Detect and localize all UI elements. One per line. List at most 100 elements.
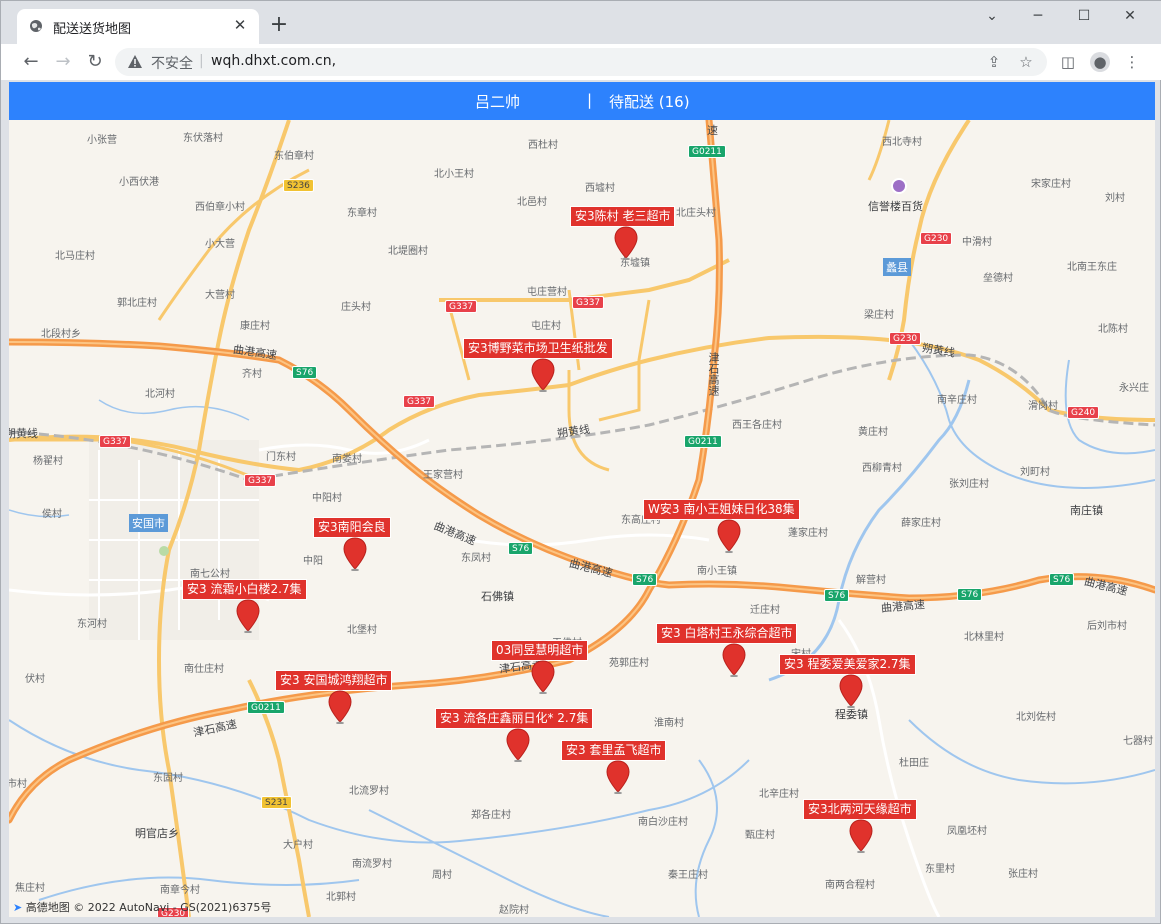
maximize-button[interactable]: ☐ (1061, 1, 1107, 31)
route-shield-g337: G337 (572, 296, 605, 309)
place-label: 康庄村 (240, 321, 270, 332)
place-label: 张庄村 (1008, 869, 1038, 880)
tab-close-icon[interactable]: ✕ (231, 16, 249, 34)
place-label: 杨翟村 (33, 456, 63, 467)
delivery-marker-label[interactable]: 安3博野菜市场卫生纸批发 (463, 338, 613, 359)
place-label: 侯村 (42, 509, 62, 520)
delivery-marker-label[interactable]: 安3南阳会良 (313, 517, 391, 538)
delivery-marker-label[interactable]: 安3 安国城鸿翔超市 (275, 670, 393, 691)
route-shield-s236: S236 (283, 179, 314, 192)
map-pin-icon[interactable] (505, 728, 531, 762)
place-label: 明官店乡 (135, 827, 179, 840)
star-icon[interactable]: ☆ (1017, 53, 1035, 71)
delivery-marker-label[interactable]: W安3 南小王姐妹日化38集 (643, 499, 800, 520)
place-label: 北刘佐村 (1016, 712, 1056, 723)
new-tab-button[interactable]: + (267, 14, 291, 38)
route-shield-s76: S76 (957, 588, 983, 601)
delivery-marker-label[interactable]: 安3北两河天缘超市 (803, 799, 917, 820)
place-label: 刘町村 (1020, 467, 1050, 478)
forward-arrow-icon[interactable]: → (51, 50, 75, 74)
place-label: 王家营村 (423, 470, 463, 481)
place-label: 垒德村 (983, 273, 1013, 284)
delivery-marker-label[interactable]: 安3 程委爱美爱家2.7集 (779, 654, 916, 675)
place-label: 北南王东庄 (1067, 262, 1117, 273)
route-shield-g337: G337 (244, 474, 277, 487)
map-pin-icon[interactable] (848, 819, 874, 853)
highway-label: 速 (707, 124, 718, 137)
place-label: 迁庄村 (750, 605, 780, 616)
place-label: 北堤圈村 (388, 246, 428, 257)
place-label: 西伯章小村 (195, 202, 245, 213)
place-label: 庄头村 (341, 302, 371, 313)
route-shield-g240: G240 (1067, 406, 1100, 419)
close-window-button[interactable]: ✕ (1107, 1, 1153, 31)
delivery-marker-label[interactable]: 安3陈村 老三超市 (570, 206, 676, 227)
place-label: 北庄头村 (676, 208, 716, 219)
share-icon[interactable]: ⇪ (985, 53, 1003, 71)
place-label: 凤凰坯村 (947, 826, 987, 837)
route-shield-g230: G230 (920, 232, 953, 245)
place-label: 东固村 (153, 773, 183, 784)
map-pin-icon[interactable] (716, 519, 742, 553)
map-pin-icon[interactable] (605, 760, 631, 794)
map-pin-icon[interactable] (235, 599, 261, 633)
place-label: 张刘庄村 (949, 479, 989, 490)
minimize-button[interactable]: ─ (1015, 1, 1061, 31)
route-shield-g337: G337 (403, 395, 436, 408)
delivery-marker-label[interactable]: 安3 白塔村王永综合超市 (656, 623, 798, 644)
profile-avatar-icon[interactable]: ● (1090, 52, 1110, 72)
place-label: 北流罗村 (349, 786, 389, 797)
place-label: 后刘市村 (1087, 621, 1127, 632)
place-label: 西北寺村 (882, 137, 922, 148)
pending-delivery-tab[interactable]: 待配送 (16) (609, 91, 690, 112)
delivery-marker-label[interactable]: 安3 流各庄鑫丽日化* 2.7集 (435, 708, 594, 729)
place-label: 南七公村 (190, 569, 230, 580)
map-pin-icon[interactable] (342, 537, 368, 571)
place-label: 郑各庄村 (471, 810, 511, 821)
map-pin-icon[interactable] (327, 690, 353, 724)
place-label: 北堡村 (347, 625, 377, 636)
security-label: 不安全 (151, 56, 193, 72)
map-pin-icon[interactable] (613, 226, 639, 260)
map-pin-icon[interactable] (721, 643, 747, 677)
place-label: 大户村 (283, 840, 313, 851)
place-label: 东河村 (77, 619, 107, 630)
route-shield-g0211: G0211 (684, 435, 722, 448)
route-shield-s231: S231 (261, 796, 292, 809)
delivery-marker-label[interactable]: 安3 流霜小白楼2.7集 (182, 579, 307, 600)
navigation-arrow-icon: ➤ (13, 901, 23, 914)
delivery-map[interactable]: G0211 S236 G230 G337 G337 G230 S76 G337 … (9, 120, 1155, 917)
route-shield-g230: G230 (889, 332, 922, 345)
place-label: 杜田庄 (899, 758, 929, 769)
place-label: 甄庄村 (745, 830, 775, 841)
menu-kebab-icon[interactable]: ⋮ (1122, 52, 1142, 72)
tab-strip: 配送送货地图 ✕ + ⌄ ─ ☐ ✕ (1, 1, 1161, 44)
place-label: 南章今村 (160, 885, 200, 896)
place-label: 北陈村 (1098, 324, 1128, 335)
place-label: 黄庄村 (858, 427, 888, 438)
delivery-marker-label[interactable]: 安3 套里孟飞超市 (561, 740, 667, 761)
place-label: 北马庄村 (55, 251, 95, 262)
delivery-marker-label[interactable]: 03同昱慧明超市 (491, 640, 589, 661)
map-pin-icon[interactable] (530, 660, 556, 694)
side-panel-icon[interactable]: ◫ (1058, 52, 1078, 72)
address-bar[interactable]: 不安全 | wqh.dhxt.com.cn, ⇪ ☆ (115, 48, 1047, 76)
place-label: 西墟村 (585, 183, 615, 194)
place-label: 东凤村 (461, 553, 491, 564)
map-pin-icon[interactable] (530, 358, 556, 392)
tab-active[interactable]: 配送送货地图 ✕ (17, 9, 259, 44)
url-text[interactable]: wqh.dhxt.com.cn, (211, 53, 336, 69)
map-pin-icon[interactable] (838, 674, 864, 708)
reload-icon[interactable]: ↻ (83, 50, 107, 74)
place-label: 中阳 (303, 556, 323, 567)
place-label: 周村 (432, 870, 452, 881)
back-arrow-icon[interactable]: ← (19, 50, 43, 74)
place-label: 西杜村 (528, 140, 558, 151)
place-label: 屯庄村 (531, 321, 561, 332)
place-label: 程委镇 (835, 708, 868, 721)
route-shield-g0211: G0211 (247, 701, 285, 714)
tab-search-icon[interactable]: ⌄ (969, 1, 1015, 31)
header-separator: | (587, 91, 593, 109)
place-label: 石佛镇 (481, 590, 514, 603)
route-shield-s76: S76 (632, 573, 658, 586)
